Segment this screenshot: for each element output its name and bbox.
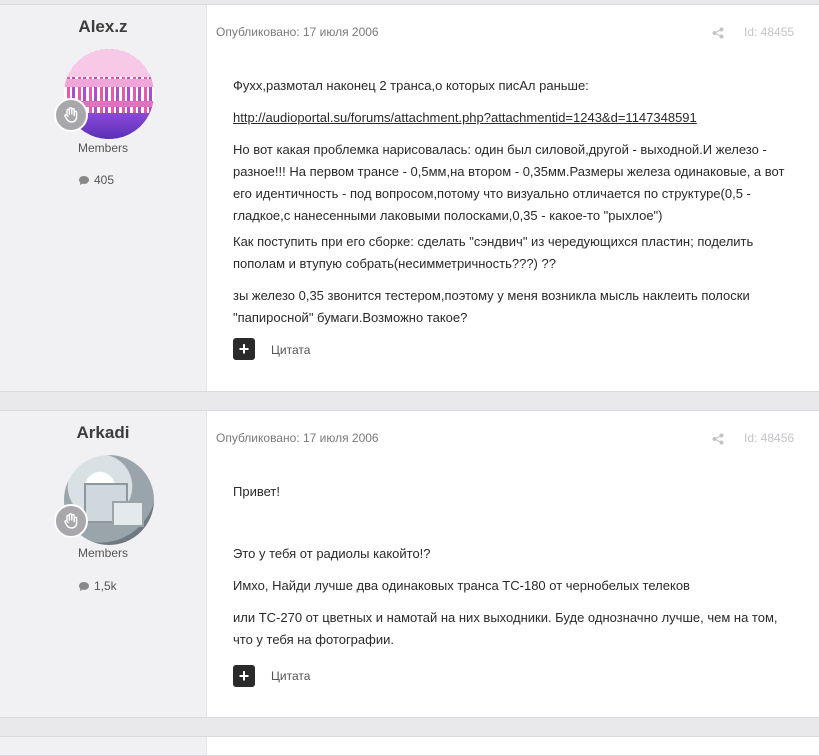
plus-icon: + — [238, 339, 250, 359]
plus-icon: + — [238, 666, 250, 686]
quote-plus-button[interactable]: + — [233, 338, 255, 360]
quote-button[interactable]: Цитата — [271, 343, 310, 357]
post-count-value: 1,5k — [94, 579, 117, 593]
member-group: Members — [77, 546, 128, 560]
author-name[interactable]: Alex.z — [0, 17, 206, 37]
share-icon[interactable] — [712, 433, 724, 445]
post-id[interactable]: Id: 48456 — [744, 431, 794, 445]
post-paragraph: Но вот какая проблемка нарисовалась: оди… — [233, 142, 785, 223]
share-icon[interactable] — [712, 27, 724, 39]
hand-wave-icon — [64, 513, 78, 529]
post-count-value: 405 — [94, 173, 115, 187]
comment-icon — [79, 581, 89, 591]
author-panel — [0, 737, 207, 755]
forum-post — [0, 736, 819, 756]
post-paragraph: Это у тебя от радиолы какойто!? — [233, 546, 431, 561]
post-paragraph: Как поступить при его сборке: сделать "с… — [233, 234, 754, 271]
author-panel: Alex.z Members 405 — [0, 5, 207, 391]
post-paragraph: Фухх,размотал наконец 2 транса,о которых… — [233, 78, 589, 93]
forum-post: Alex.z Members 405 Опубликовано: 17 июля… — [0, 4, 819, 392]
post-date[interactable]: Опубликовано: 17 июля 2006 — [216, 25, 379, 39]
post-paragraph: зы железо 0,35 звонится тестером,поэтому… — [233, 288, 750, 325]
post-count: 1,5k — [78, 579, 117, 593]
forum-post: Arkadi Members 1,5k Опубликовано: 17 июл… — [0, 410, 819, 718]
author-name[interactable]: Arkadi — [0, 423, 206, 443]
comment-icon — [79, 175, 89, 185]
post-paragraph: Имхо, Найди лучше два одинаковых транса … — [233, 578, 690, 593]
post-paragraph: Привет! — [233, 484, 280, 499]
member-group: Members — [77, 141, 128, 155]
post-paragraph: http://audioportal.su/forums/attachment.… — [233, 107, 798, 129]
post-paragraph: или ТС-270 от цветных и намотай на них в… — [233, 610, 778, 647]
rank-badge — [54, 504, 88, 538]
hand-wave-icon — [64, 107, 78, 123]
quote-plus-button[interactable]: + — [233, 665, 255, 687]
quote-button[interactable]: Цитата — [271, 669, 310, 683]
post-count: 405 — [78, 173, 114, 187]
rank-badge — [54, 98, 88, 132]
post-id[interactable]: Id: 48455 — [744, 25, 794, 39]
author-panel: Arkadi Members 1,5k — [0, 411, 207, 717]
post-date[interactable]: Опубликовано: 17 июля 2006 — [216, 431, 379, 445]
attachment-link[interactable]: http://audioportal.su/forums/attachment.… — [233, 110, 697, 125]
